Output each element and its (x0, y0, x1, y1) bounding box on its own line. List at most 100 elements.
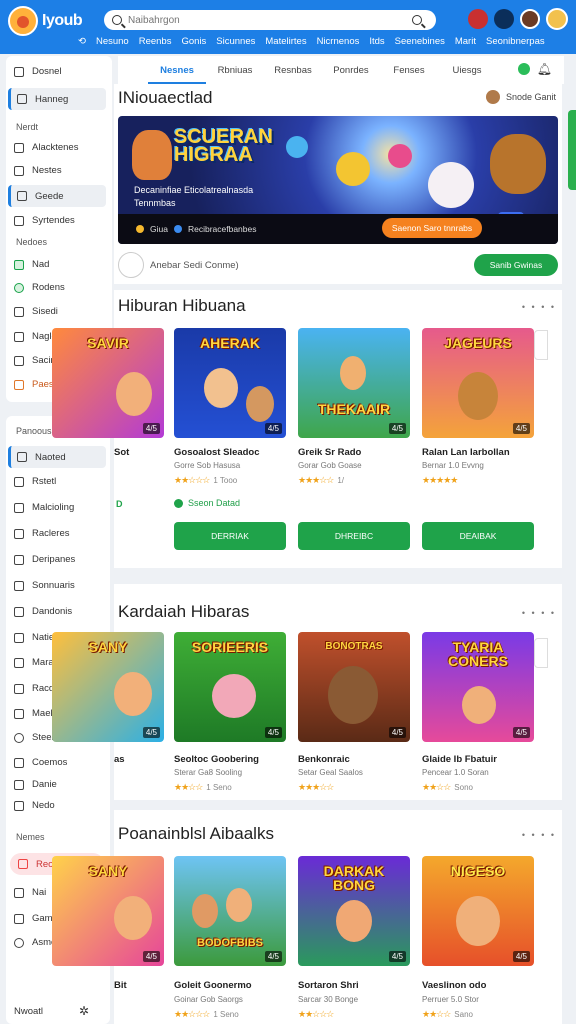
game-title[interactable]: Goleit Goonermo (174, 980, 252, 991)
game-meta: Gorre Sob Hasusa (174, 461, 241, 470)
topnav-item[interactable]: Gonis (181, 36, 206, 47)
star-rating: ★★☆☆☆ (298, 1009, 334, 1019)
game-thumbnail[interactable]: SANY 4/5 (52, 856, 164, 966)
more-icon[interactable]: • • • • (522, 608, 556, 618)
sidebar-item-alacktenes[interactable]: Alacktenes (14, 142, 78, 153)
topnav-item[interactable]: Nicrnenos (317, 36, 360, 47)
tab-ponrdes[interactable]: Ponrdes (322, 65, 380, 76)
gem-icon (286, 136, 308, 158)
more-icon[interactable]: • • • • (522, 302, 556, 312)
game-title[interactable]: Sot (114, 447, 129, 458)
bell-icon[interactable]: 🔔︎ (537, 62, 552, 76)
search-bar[interactable] (104, 10, 436, 30)
sidebar-item-danie[interactable]: Danie (14, 779, 57, 790)
sidebar-item-rodens[interactable]: Rodens (14, 282, 65, 293)
sidebar-item-geede[interactable]: Geede (8, 185, 106, 207)
game-meta: Bernar 1.0 Evvng (422, 461, 484, 470)
sidebar-item-sonnuaris[interactable]: Sonnuaris (14, 580, 75, 591)
sidebar-item-racleres[interactable]: Racleres (14, 528, 70, 539)
game-title[interactable]: Greik Sr Rado (298, 447, 361, 458)
sidebar-item-naoted[interactable]: Naoted (8, 446, 106, 468)
tab-rbniuas[interactable]: Rbniuas (206, 65, 264, 76)
sidebar-item-mara[interactable]: Mara (14, 657, 54, 668)
game-thumbnail[interactable]: THEKAAIR 4/5 (298, 328, 410, 438)
game-title[interactable]: Vaeslinon odo (422, 980, 486, 991)
scroll-right-button[interactable] (534, 330, 548, 360)
back-icon[interactable]: ⟲ (78, 36, 86, 47)
tab-resnbas[interactable]: Resnbas (264, 65, 322, 76)
sidebar-item-syrtendes[interactable]: Syrtendes (14, 215, 75, 226)
circle-icon (14, 282, 24, 293)
character-art (132, 130, 172, 180)
sidebar-item-nedo[interactable]: Nedo (14, 800, 55, 811)
notification-icon[interactable] (494, 9, 514, 29)
play-button[interactable]: DEAIBAK (422, 522, 534, 550)
game-meta: Pencear 1.0 Soran (422, 768, 489, 777)
topnav-item[interactable]: Seenebines (395, 36, 445, 47)
game-title[interactable]: Glaide Ib Fbatuir (422, 754, 497, 765)
game-meta: Setar Geal Saalos (298, 768, 363, 777)
topnav-item[interactable]: Marit (455, 36, 476, 47)
window-icon (14, 554, 24, 565)
sidebar-item-dosnel[interactable]: Dosnel (14, 66, 62, 77)
user-avatar[interactable] (546, 8, 568, 30)
follow-icon[interactable] (118, 252, 144, 278)
game-title[interactable]: Ralan Lan Iarbollan (422, 447, 510, 458)
banner-cta-button[interactable]: Saenon Saro tnnrabs (382, 218, 482, 238)
game-thumbnail[interactable]: SANY 4/5 (52, 632, 164, 742)
status-line: Sseon Datad (174, 498, 240, 508)
more-icon[interactable]: • • • • (522, 830, 556, 840)
friend-avatar[interactable] (520, 9, 540, 29)
game-thumbnail[interactable]: DARKAK BONG 4/5 (298, 856, 410, 966)
game-thumbnail[interactable]: SAVIR 4/5 (52, 328, 164, 438)
game-title[interactable]: Sortaron Shri (298, 980, 359, 991)
sidebar-item-malcioling[interactable]: Malcioling (14, 502, 74, 513)
game-title[interactable]: Benkonraic (298, 754, 350, 765)
game-avatar-icon[interactable] (468, 9, 488, 29)
game-title[interactable]: Bit (114, 980, 127, 991)
sidebar-item-nestes[interactable]: Nestes (14, 165, 62, 176)
game-thumbnail[interactable]: TYARIA CONERS 4/5 (422, 632, 534, 742)
topnav-item[interactable]: Itds (369, 36, 384, 47)
sidebar-item-nai[interactable]: Nai (14, 887, 46, 898)
online-status-icon (518, 63, 530, 75)
game-thumbnail[interactable]: JAGEURS 4/5 (422, 328, 534, 438)
game-title[interactable]: as (114, 754, 125, 765)
topnav-item[interactable]: Reenbs (139, 36, 172, 47)
game-title[interactable]: Gosoalost Sleadoc (174, 447, 260, 458)
scroll-right-button[interactable] (534, 638, 548, 668)
game-thumbnail[interactable]: BONOTRAS 4/5 (298, 632, 410, 742)
sidebar-footer-item[interactable]: Nwoatl ✲ (14, 1004, 89, 1018)
app-logo[interactable]: Iyoub (8, 6, 83, 36)
tab-fenses[interactable]: Fenses (380, 65, 438, 76)
tab-nesnes[interactable]: Nesnes (148, 65, 206, 84)
sidebar-item-hanneg[interactable]: Hanneg (8, 88, 106, 110)
game-thumbnail[interactable]: AHERAK 4/5 (174, 328, 286, 438)
sidebar-item-sisedi[interactable]: Sisedi (14, 306, 58, 317)
game-thumbnail[interactable]: SORIEERIS 4/5 (174, 632, 286, 742)
play-button[interactable]: DERRIAK (174, 522, 286, 550)
sidebar-heading: Nerdt (16, 122, 39, 132)
search-input[interactable] (128, 14, 428, 26)
game-title[interactable]: Seoltoc Goobering (174, 754, 259, 765)
sidebar-item-rstetl[interactable]: Rstetl (14, 476, 56, 487)
sidebar-item-coemos[interactable]: Coemos (14, 757, 67, 768)
topnav-item[interactable]: Seonibnerpas (486, 36, 545, 47)
sidebar-item-deripanes[interactable]: Deripanes (14, 554, 75, 565)
edit-icon (14, 355, 24, 366)
follow-button[interactable]: Sanib Gwinas (474, 254, 558, 276)
search-submit-icon[interactable] (412, 15, 422, 25)
user-chip[interactable]: Snode Ganit (485, 90, 556, 104)
game-thumbnail[interactable]: NIGESO 4/5 (422, 856, 534, 966)
sidebar-item-dandonis[interactable]: Dandonis (14, 606, 72, 617)
topnav-item[interactable]: Matelirtes (265, 36, 306, 47)
tab-uiesgs[interactable]: Uiesgs (438, 65, 496, 76)
game-thumbnail[interactable]: BODOFBIBS 4/5 (174, 856, 286, 966)
chat-icon (14, 757, 24, 768)
sidebar-item-nad[interactable]: Nad (14, 259, 49, 270)
play-button[interactable]: DHREIBC (298, 522, 410, 550)
side-panel-tab[interactable] (568, 110, 576, 190)
topnav-item[interactable]: Sicunnes (216, 36, 255, 47)
featured-banner[interactable]: SCUERAN HIGRAA Decaninfiae Eticolatrealna… (118, 116, 558, 244)
topnav-item[interactable]: Nesuno (96, 36, 129, 47)
